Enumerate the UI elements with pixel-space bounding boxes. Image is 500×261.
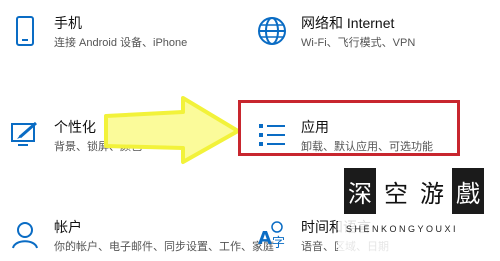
person-icon — [8, 218, 42, 252]
globe-icon — [255, 14, 289, 48]
watermark-char: 游 — [420, 179, 444, 208]
tile-description: 你的帐户、电子邮件、同步设置、工作、家庭 — [54, 241, 274, 253]
svg-text:A: A — [258, 228, 272, 249]
tile-title: 网络和 Internet — [301, 15, 395, 31]
watermark-logo: 深 空 游 戲 SHENKONGYOUXI — [338, 162, 490, 252]
watermark-char: 空 — [384, 179, 408, 208]
highlight-box — [238, 100, 460, 156]
tile-description: 连接 Android 设备、iPhone — [54, 37, 188, 49]
settings-tile-phone[interactable]: 手机 连接 Android 设备、iPhone — [8, 14, 187, 51]
tile-description: Wi-Fi、飞行模式、VPN — [301, 37, 416, 49]
settings-tile-accounts[interactable]: 帐户 你的帐户、电子邮件、同步设置、工作、家庭 — [8, 218, 274, 255]
language-time-icon: A 字 — [255, 218, 289, 252]
settings-tile-network[interactable]: 网络和 Internet Wi-Fi、飞行模式、VPN — [255, 14, 415, 51]
watermark-subtitle: SHENKONGYOUXI — [346, 224, 459, 234]
personalization-icon — [8, 118, 42, 152]
watermark-char: 戲 — [452, 168, 484, 214]
tile-title: 手机 — [54, 15, 82, 31]
svg-text:字: 字 — [272, 236, 285, 250]
yellow-arrow-annotation — [104, 96, 240, 164]
watermark-char: 深 — [344, 168, 376, 214]
tile-title: 帐户 — [54, 219, 82, 235]
phone-icon — [8, 14, 42, 48]
